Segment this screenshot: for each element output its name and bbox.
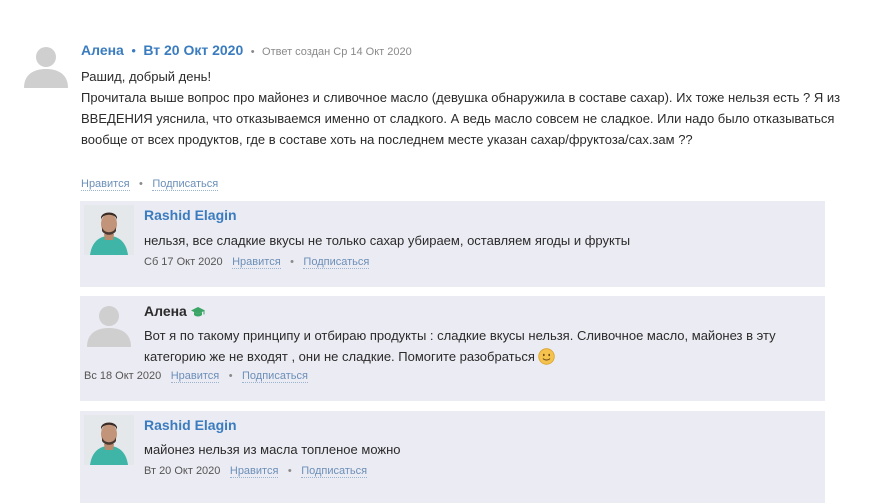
separator: •: [139, 178, 143, 190]
reply-author: Rashid Elagin: [144, 417, 237, 435]
graduation-cap-icon: [190, 307, 205, 317]
question-author-link[interactable]: Алена: [81, 42, 124, 58]
like-button[interactable]: Нравится: [229, 465, 279, 478]
person-photo-icon: [84, 205, 134, 255]
reply-author-name[interactable]: Алена: [144, 303, 187, 319]
separator: •: [290, 256, 294, 268]
question-actions: Нравится • Подписаться: [81, 174, 219, 192]
subscribe-button[interactable]: Подписаться: [242, 370, 308, 383]
question-text: Прочитала выше вопрос про майонез и слив…: [81, 90, 841, 147]
reply-card: Rashid Elagin майонез нельзя из масла то…: [80, 411, 825, 503]
alena-avatar[interactable]: [85, 301, 133, 349]
reply-card: Rashid Elagin нельзя, все сладкие вкусы …: [80, 201, 825, 287]
reply-text: майонез нельзя из масла топленое можно: [144, 442, 401, 457]
separator: •: [131, 43, 136, 58]
like-button[interactable]: Нравится: [232, 256, 281, 269]
like-button[interactable]: Нравится: [170, 370, 220, 383]
reply-date: Вс 18 Окт 2020: [84, 370, 162, 382]
subscribe-button[interactable]: Подписаться: [301, 465, 368, 478]
reply-text: Вот я по такому принципу и отбираю проду…: [144, 325, 814, 367]
user-silhouette-icon: [87, 306, 131, 347]
reply-author: Rashid Elagin: [144, 207, 237, 225]
reply-author: Алена: [144, 303, 206, 321]
question-body: Рашид, добрый день! Прочитала выше вопро…: [81, 66, 841, 150]
reply-author-link[interactable]: Rashid Elagin: [144, 417, 237, 433]
separator: •: [228, 370, 233, 382]
reply-footer: Сб 17 Окт 2020 Нравится • Подписаться: [144, 252, 370, 270]
subscribe-button[interactable]: Подписаться: [303, 256, 370, 269]
smiling-face-icon: [538, 348, 555, 365]
question-date-link[interactable]: Вт 20 Окт 2020: [143, 42, 243, 58]
subscribe-button[interactable]: Подписаться: [152, 178, 219, 191]
reply-author-link[interactable]: Rashid Elagin: [144, 207, 237, 223]
reply-date: Сб 17 Окт 2020: [144, 256, 223, 268]
reply-date: Вт 20 Окт 2020: [144, 465, 221, 477]
reply-footer: Вт 20 Окт 2020 Нравится • Подписаться: [144, 461, 368, 479]
person-photo-icon: [84, 415, 134, 465]
reply-text: нельзя, все сладкие вкусы не только саха…: [144, 233, 631, 248]
user-silhouette-icon: [24, 47, 68, 88]
separator: •: [287, 465, 292, 477]
rashid-avatar[interactable]: [84, 415, 134, 465]
like-button[interactable]: Нравится: [81, 178, 130, 191]
separator: •: [250, 46, 255, 58]
question-author-avatar[interactable]: [22, 42, 70, 90]
reply-text-content: Вот я по такому принципу и отбираю проду…: [144, 328, 776, 364]
reply-footer: Вс 18 Окт 2020 Нравится • Подписаться: [84, 366, 308, 384]
question-header: Алена • Вт 20 Окт 2020 • Ответ создан Ср…: [81, 42, 412, 60]
reply-card: Алена Вот я по такому принципу и отбираю…: [80, 296, 825, 401]
rashid-avatar[interactable]: [84, 205, 134, 255]
answer-created-text: Ответ создан Ср 14 Окт 2020: [262, 46, 412, 58]
question-greeting: Рашид, добрый день!: [81, 69, 212, 84]
